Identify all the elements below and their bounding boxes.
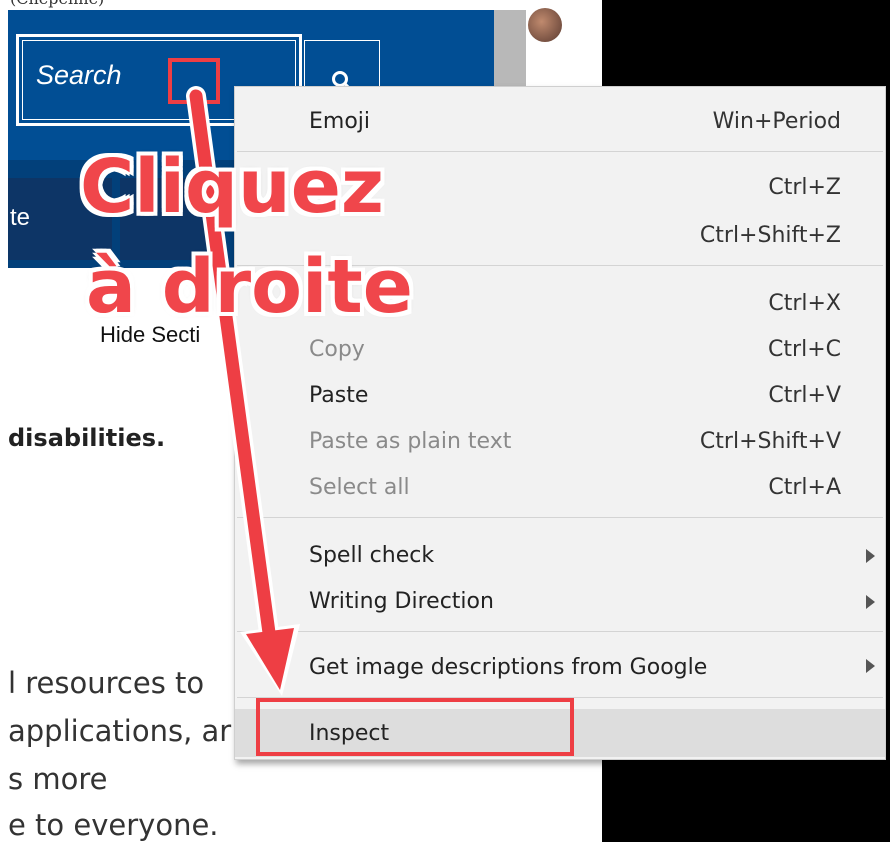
annotation-arrow (186, 86, 300, 696)
callout-line-1: Cliquez (80, 144, 384, 230)
callout-line-2: à droite (86, 244, 413, 330)
